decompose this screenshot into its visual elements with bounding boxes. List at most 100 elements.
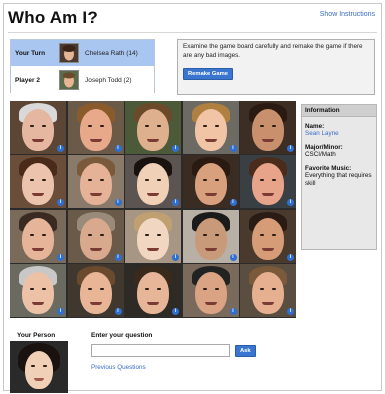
face-mouth — [262, 247, 274, 251]
info-icon[interactable]: i — [114, 253, 122, 261]
face-eye — [99, 233, 104, 236]
face-tile[interactable]: i — [182, 101, 239, 154]
face-skin — [22, 217, 54, 260]
face-tile[interactable]: i — [67, 209, 124, 263]
face-skin — [22, 271, 54, 314]
face-mouth — [262, 301, 274, 305]
face-mouth — [262, 139, 274, 142]
player-row-opponent: Player 2 Joseph Todd (2) — [11, 67, 154, 93]
face-mouth — [32, 301, 44, 305]
info-icon[interactable]: i — [287, 199, 294, 207]
face-skin — [79, 163, 112, 206]
face-skin — [137, 109, 169, 151]
face-tile[interactable]: i — [125, 155, 181, 209]
face-tile[interactable]: i — [10, 209, 66, 263]
face-mouth — [32, 247, 44, 251]
remake-game-button[interactable]: Remake Game — [183, 68, 233, 80]
face-tile[interactable]: i — [10, 263, 66, 317]
face-eye — [43, 365, 47, 367]
face-tile[interactable]: i — [182, 263, 239, 317]
face-eye — [87, 125, 92, 127]
face-tile[interactable]: i — [67, 263, 124, 317]
info-icon[interactable]: i — [287, 307, 294, 315]
face-tile[interactable]: i — [125, 263, 181, 317]
face-skin — [252, 217, 284, 260]
player-avatar — [59, 43, 79, 63]
info-icon[interactable]: i — [229, 199, 237, 207]
info-icon[interactable]: i — [172, 145, 179, 152]
face-tile[interactable]: i — [10, 101, 66, 154]
face-tile[interactable]: i — [125, 209, 181, 263]
face-eye — [87, 233, 92, 236]
info-icon[interactable]: i — [287, 145, 294, 152]
face-eye — [260, 233, 264, 236]
info-icon[interactable]: i — [114, 307, 122, 315]
info-icon[interactable]: i — [114, 199, 122, 207]
face-mouth — [147, 301, 159, 305]
face-mouth — [89, 139, 102, 142]
name-value[interactable]: Sean Layne — [305, 130, 373, 138]
face-skin — [194, 163, 227, 206]
face-skin — [137, 271, 169, 314]
info-icon[interactable]: i — [287, 253, 294, 261]
face-eye — [157, 125, 161, 127]
face-eye — [87, 179, 92, 182]
game-board: i i i i i i i i i i i i i i i i i i i i — [10, 101, 296, 318]
face-eye — [202, 125, 207, 127]
previous-questions-link[interactable]: Previous Questions — [91, 364, 146, 371]
face-tile[interactable]: i — [182, 209, 239, 263]
face-skin — [194, 217, 227, 260]
face-eye — [145, 287, 149, 290]
face-eye — [272, 233, 276, 236]
face-tile[interactable]: i — [10, 155, 66, 209]
face-eye — [31, 365, 35, 367]
face-skin — [79, 217, 112, 260]
face-skin — [79, 271, 112, 314]
face-skin — [22, 109, 54, 151]
face-eye — [272, 287, 276, 290]
name-label: Name: — [305, 123, 325, 130]
music-label: Favorite Music: — [305, 165, 352, 172]
player-avatar — [59, 70, 79, 90]
face-eye — [99, 179, 104, 182]
player-name: Joseph Todd (2) — [85, 76, 132, 84]
info-icon[interactable]: i — [229, 307, 237, 315]
info-icon[interactable]: i — [172, 199, 179, 207]
face-mouth — [89, 193, 102, 197]
show-instructions-link[interactable]: Show Instructions — [320, 11, 375, 18]
face-tile[interactable]: i — [240, 209, 296, 263]
player-role: Player 2 — [15, 76, 40, 84]
face-tile[interactable]: i — [67, 155, 124, 209]
face-eye — [30, 233, 34, 236]
question-input[interactable] — [91, 344, 230, 357]
info-icon[interactable]: i — [57, 253, 64, 261]
info-icon[interactable]: i — [229, 145, 237, 152]
face-eye — [99, 125, 104, 127]
info-icon[interactable]: i — [57, 307, 64, 315]
info-icon[interactable]: i — [229, 253, 237, 261]
face-skin — [252, 163, 284, 206]
info-icon[interactable]: i — [172, 307, 179, 315]
major-value: CSCI/Math — [305, 151, 336, 158]
face-eye — [157, 287, 161, 290]
player-row-current: Your Turn Chelsea Rath (14) — [11, 40, 154, 66]
major-label: Major/Minor: — [305, 144, 343, 151]
face-eye — [272, 125, 276, 127]
notice-text: Examine the game board carefully and rem… — [183, 43, 363, 59]
face-tile[interactable]: i — [67, 101, 124, 154]
info-icon[interactable]: i — [57, 145, 64, 152]
music-value: Everything that requires skill — [305, 172, 372, 187]
question-label: Enter your question — [91, 332, 153, 339]
ask-button[interactable]: Ask — [235, 345, 256, 357]
face-tile[interactable]: i — [240, 263, 296, 317]
face-tile[interactable]: i — [240, 155, 296, 209]
face-mouth — [147, 139, 159, 142]
face-skin — [25, 351, 53, 389]
info-icon[interactable]: i — [172, 253, 179, 261]
face-tile[interactable]: i — [125, 101, 181, 154]
info-icon[interactable]: i — [57, 199, 64, 207]
face-mouth — [89, 247, 102, 251]
info-icon[interactable]: i — [114, 145, 122, 152]
face-tile[interactable]: i — [182, 155, 239, 209]
face-tile[interactable]: i — [240, 101, 296, 154]
